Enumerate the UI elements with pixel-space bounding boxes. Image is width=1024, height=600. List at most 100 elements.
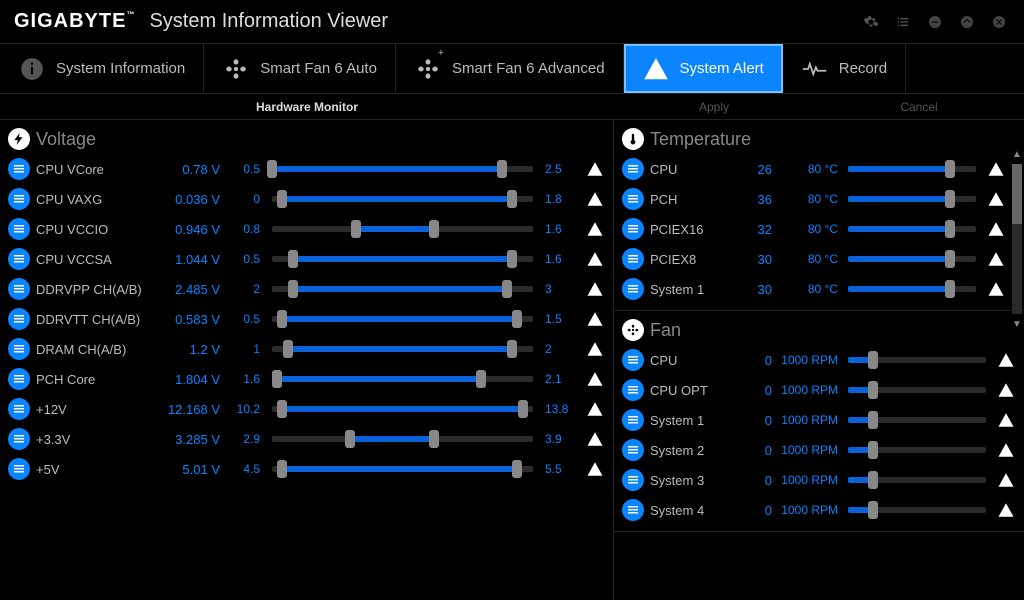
slider-thumb[interactable]: [868, 381, 878, 399]
range-slider[interactable]: [848, 472, 986, 488]
warning-icon[interactable]: [986, 249, 1006, 269]
warning-icon[interactable]: [996, 500, 1016, 520]
range-slider[interactable]: [272, 431, 533, 447]
tab-system-alert[interactable]: System Alert: [624, 44, 783, 93]
warning-icon[interactable]: [986, 279, 1006, 299]
range-slider[interactable]: [848, 281, 976, 297]
slider-thumb-high[interactable]: [502, 280, 512, 298]
slider-thumb-low[interactable]: [277, 400, 287, 418]
slider-thumb[interactable]: [945, 220, 955, 238]
range-slider[interactable]: [272, 281, 533, 297]
slider-thumb-high[interactable]: [512, 460, 522, 478]
range-slider[interactable]: [848, 382, 986, 398]
scroll-up-icon[interactable]: ▲: [1012, 150, 1022, 160]
slider-thumb-high[interactable]: [507, 340, 517, 358]
cancel-button[interactable]: Cancel: [814, 100, 1024, 114]
warning-icon[interactable]: [585, 189, 605, 209]
slider-thumb-high[interactable]: [507, 250, 517, 268]
warning-icon[interactable]: [996, 440, 1016, 460]
settings-icon[interactable]: [860, 11, 882, 33]
row-icon[interactable]: [622, 499, 644, 521]
close-icon[interactable]: [988, 11, 1010, 33]
slider-thumb-high[interactable]: [512, 310, 522, 328]
warning-icon[interactable]: [585, 249, 605, 269]
slider-thumb-high[interactable]: [507, 190, 517, 208]
warning-icon[interactable]: [996, 410, 1016, 430]
row-icon[interactable]: [622, 379, 644, 401]
range-slider[interactable]: [272, 311, 533, 327]
row-icon[interactable]: [622, 349, 644, 371]
slider-thumb-low[interactable]: [345, 430, 355, 448]
row-icon[interactable]: [8, 188, 30, 210]
warning-icon[interactable]: [585, 369, 605, 389]
range-slider[interactable]: [848, 352, 986, 368]
slider-thumb-high[interactable]: [476, 370, 486, 388]
slider-thumb[interactable]: [868, 471, 878, 489]
row-icon[interactable]: [8, 218, 30, 240]
range-slider[interactable]: [848, 502, 986, 518]
warning-icon[interactable]: [986, 219, 1006, 239]
warning-icon[interactable]: [986, 159, 1006, 179]
range-slider[interactable]: [848, 221, 976, 237]
slider-thumb-low[interactable]: [267, 160, 277, 178]
slider-thumb-high[interactable]: [497, 160, 507, 178]
row-icon[interactable]: [8, 308, 30, 330]
warning-icon[interactable]: [996, 470, 1016, 490]
warning-icon[interactable]: [585, 459, 605, 479]
slider-thumb-low[interactable]: [272, 370, 282, 388]
range-slider[interactable]: [272, 341, 533, 357]
row-icon[interactable]: [622, 278, 644, 300]
row-icon[interactable]: [8, 368, 30, 390]
range-slider[interactable]: [272, 371, 533, 387]
row-icon[interactable]: [8, 158, 30, 180]
temperature-scrollbar[interactable]: ▲ ▼: [1012, 150, 1022, 330]
row-icon[interactable]: [622, 248, 644, 270]
range-slider[interactable]: [848, 412, 986, 428]
warning-icon[interactable]: [585, 309, 605, 329]
scrollbar-thumb[interactable]: [1012, 164, 1022, 224]
row-icon[interactable]: [622, 469, 644, 491]
row-icon[interactable]: [8, 398, 30, 420]
warning-icon[interactable]: [585, 399, 605, 419]
tab-smart-fan-advanced[interactable]: + Smart Fan 6 Advanced: [396, 44, 624, 93]
minimize-icon[interactable]: [924, 11, 946, 33]
row-icon[interactable]: [622, 188, 644, 210]
slider-thumb[interactable]: [868, 411, 878, 429]
row-icon[interactable]: [8, 458, 30, 480]
range-slider[interactable]: [848, 161, 976, 177]
range-slider[interactable]: [848, 191, 976, 207]
warning-icon[interactable]: [585, 339, 605, 359]
slider-thumb-low[interactable]: [277, 310, 287, 328]
range-slider[interactable]: [272, 221, 533, 237]
row-icon[interactable]: [8, 278, 30, 300]
scroll-down-icon[interactable]: ▼: [1012, 320, 1022, 330]
slider-thumb-low[interactable]: [277, 190, 287, 208]
range-slider[interactable]: [272, 161, 533, 177]
slider-thumb[interactable]: [945, 190, 955, 208]
row-icon[interactable]: [8, 338, 30, 360]
slider-thumb[interactable]: [945, 160, 955, 178]
warning-icon[interactable]: [585, 279, 605, 299]
apply-button[interactable]: Apply: [614, 100, 814, 114]
slider-thumb[interactable]: [868, 351, 878, 369]
row-icon[interactable]: [8, 428, 30, 450]
range-slider[interactable]: [272, 191, 533, 207]
list-icon[interactable]: [892, 11, 914, 33]
slider-thumb[interactable]: [868, 501, 878, 519]
slider-thumb-low[interactable]: [277, 460, 287, 478]
warning-icon[interactable]: [585, 429, 605, 449]
slider-thumb-high[interactable]: [429, 430, 439, 448]
tab-smart-fan-auto[interactable]: Smart Fan 6 Auto: [204, 44, 396, 93]
row-icon[interactable]: [622, 218, 644, 240]
warning-icon[interactable]: [986, 189, 1006, 209]
range-slider[interactable]: [272, 251, 533, 267]
tab-system-information[interactable]: System Information: [0, 44, 204, 93]
slider-thumb-high[interactable]: [518, 400, 528, 418]
slider-thumb[interactable]: [868, 441, 878, 459]
slider-thumb[interactable]: [945, 280, 955, 298]
slider-thumb-low[interactable]: [351, 220, 361, 238]
warning-icon[interactable]: [585, 159, 605, 179]
slider-thumb[interactable]: [945, 250, 955, 268]
slider-thumb-low[interactable]: [288, 250, 298, 268]
warning-icon[interactable]: [996, 350, 1016, 370]
